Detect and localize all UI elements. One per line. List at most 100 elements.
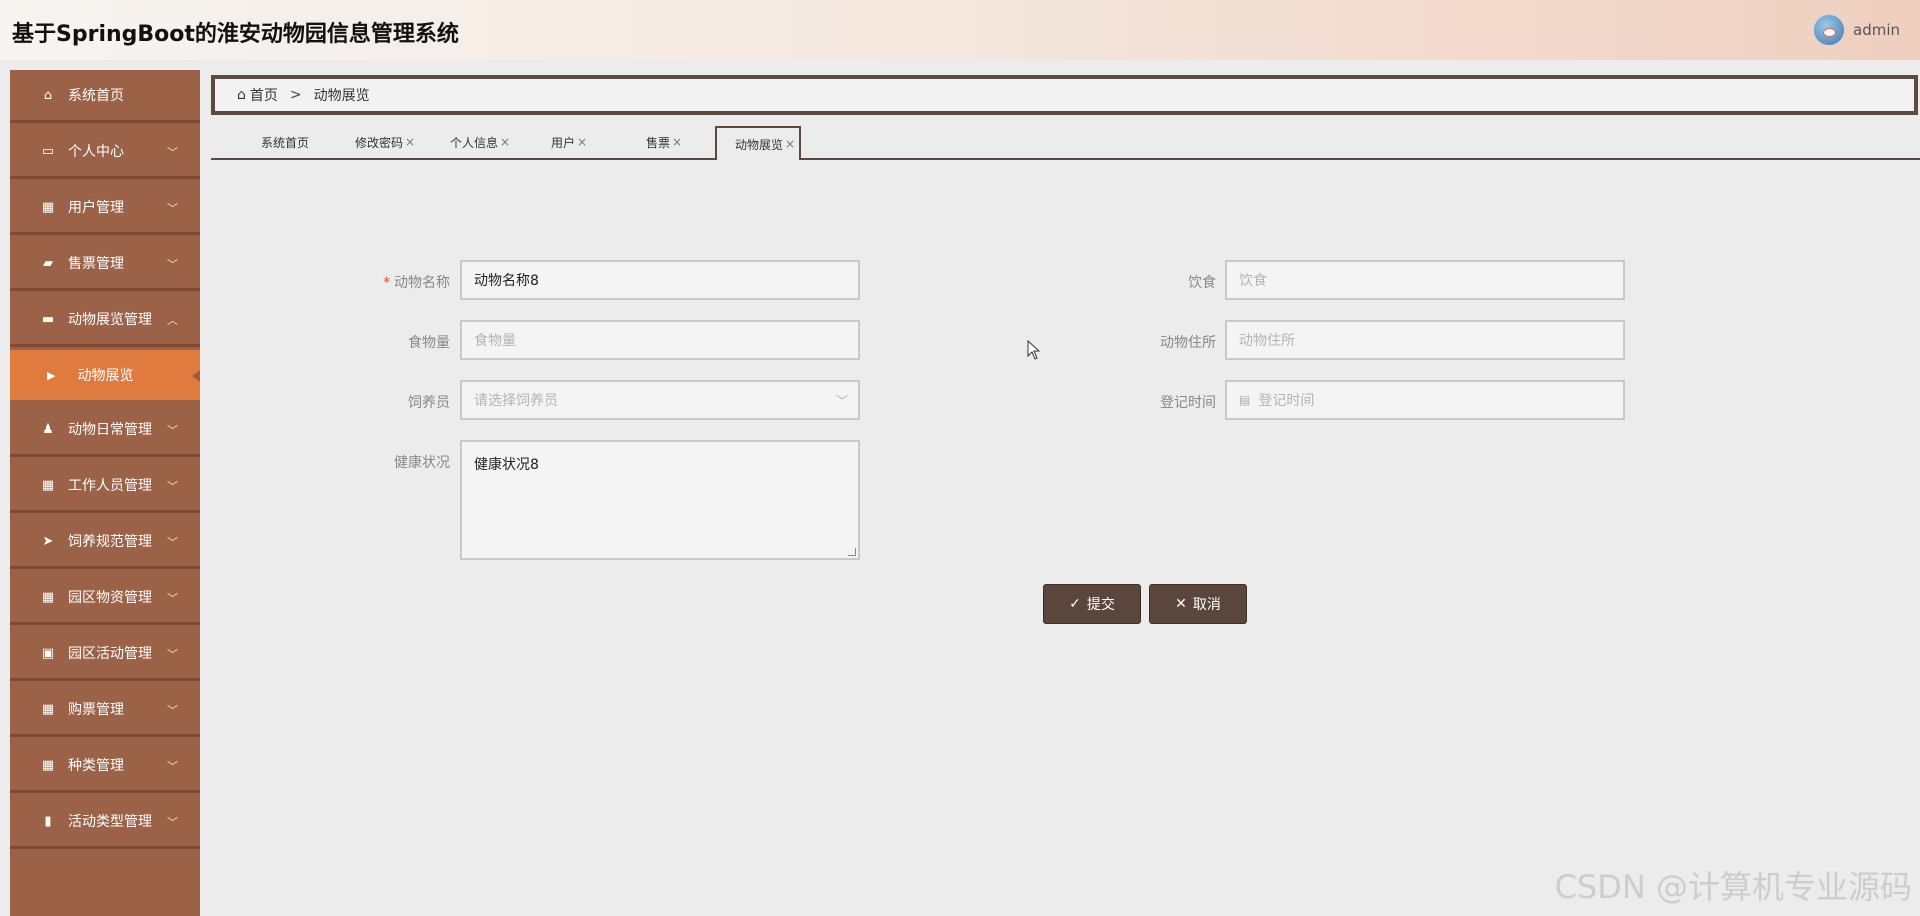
sidebar-item-supplies[interactable]: ▦ 园区物资管理 ﹀ bbox=[10, 572, 200, 625]
breadcrumb: ⌂ 首页 > 动物展览 bbox=[211, 75, 1918, 115]
grid-icon: ▦ bbox=[41, 701, 55, 717]
close-icon[interactable]: × bbox=[672, 135, 682, 149]
chevron-up-icon: ︿ bbox=[167, 314, 178, 327]
keeper-label: 饲养员 bbox=[408, 395, 450, 411]
register-time-picker[interactable]: ▤ 登记时间 bbox=[1225, 380, 1625, 420]
diet-label: 饮食 bbox=[1188, 275, 1216, 291]
check-icon: ✓ bbox=[1069, 596, 1081, 612]
chevron-down-icon: ﹀ bbox=[167, 760, 178, 773]
sidebar-item-label: 活动类型管理 bbox=[68, 814, 152, 830]
sidebar-item-label: 购票管理 bbox=[68, 702, 124, 718]
grid-icon: ▦ bbox=[41, 477, 55, 493]
sidebar-item-activities[interactable]: ▣ 园区活动管理 ﹀ bbox=[10, 628, 200, 681]
diet-input[interactable]: 饮食 bbox=[1225, 260, 1625, 300]
tab-label: 动物展览 bbox=[735, 137, 784, 152]
sidebar-item-activity-types[interactable]: ▮ 活动类型管理 ﹀ bbox=[10, 796, 200, 849]
chevron-down-icon: ﹀ bbox=[167, 648, 178, 661]
sidebar-item-label: 售票管理 bbox=[68, 256, 124, 272]
tab-label: 个人信息 bbox=[450, 135, 499, 150]
app-header: 基于SpringBoot的淮安动物园信息管理系统 admin bbox=[0, 0, 1920, 60]
watermark: CSDN @计算机专业源码 bbox=[1554, 868, 1912, 906]
card-icon: ▭ bbox=[41, 143, 55, 159]
chevron-down-icon: ﹀ bbox=[835, 394, 848, 408]
clipboard-icon: ▣ bbox=[41, 645, 55, 661]
sidebar-item-feeding-rules[interactable]: ➤ 饲养规范管理 ﹀ bbox=[10, 516, 200, 569]
chevron-down-icon: ﹀ bbox=[167, 704, 178, 717]
grid-icon: ▦ bbox=[41, 757, 55, 773]
food-amount-input[interactable]: 食物量 bbox=[460, 320, 860, 360]
username[interactable]: admin bbox=[1853, 21, 1900, 39]
sidebar-item-label: 园区活动管理 bbox=[68, 646, 152, 662]
sidebar-item-personal-center[interactable]: ▭ 个人中心 ﹀ bbox=[10, 126, 200, 179]
animal-name-input[interactable]: 动物名称8 bbox=[460, 260, 860, 300]
tab-personal-info[interactable]: 个人信息 × bbox=[450, 126, 510, 158]
sidebar-item-label: 工作人员管理 bbox=[68, 478, 152, 494]
animal-name-label: * 动物名称 bbox=[383, 275, 450, 291]
sidebar-item-species[interactable]: ▦ 种类管理 ﹀ bbox=[10, 740, 200, 793]
chevron-down-icon: ﹀ bbox=[167, 816, 178, 829]
home-icon[interactable]: ⌂ bbox=[237, 87, 246, 103]
submit-button[interactable]: ✓ 提交 bbox=[1043, 584, 1141, 624]
sidebar-item-home[interactable]: ⌂ 系统首页 bbox=[10, 70, 200, 123]
mouse-cursor-icon bbox=[1027, 340, 1041, 360]
keeper-placeholder: 请选择饲养员 bbox=[474, 393, 558, 409]
habitat-input[interactable]: 动物住所 bbox=[1225, 320, 1625, 360]
sidebar: ⌂ 系统首页 ▭ 个人中心 ﹀ ▦ 用户管理 ﹀ ▰ 售票管理 ﹀ ▬ 动物展览… bbox=[10, 70, 200, 916]
required-mark: * bbox=[383, 275, 390, 291]
cancel-button[interactable]: ✕ 取消 bbox=[1149, 584, 1247, 624]
ticket-icon: ▰ bbox=[43, 255, 53, 271]
resize-handle[interactable] bbox=[848, 548, 856, 556]
sidebar-item-purchase[interactable]: ▦ 购票管理 ﹀ bbox=[10, 684, 200, 737]
sidebar-item-label: 个人中心 bbox=[68, 144, 124, 160]
caret-right-icon: ▶ bbox=[47, 368, 56, 382]
chevron-down-icon: ﹀ bbox=[167, 592, 178, 605]
tab-tickets[interactable]: 售票 × bbox=[646, 126, 682, 158]
chevron-down-icon: ﹀ bbox=[167, 258, 178, 271]
keeper-select[interactable]: 请选择饲养员 ﹀ bbox=[460, 380, 860, 420]
sidebar-item-label: 系统首页 bbox=[68, 88, 124, 104]
food-amount-label: 食物量 bbox=[408, 335, 450, 351]
sidebar-item-label: 用户管理 bbox=[68, 200, 124, 216]
sidebar-item-label: 动物日常管理 bbox=[68, 422, 152, 438]
breadcrumb-separator: > bbox=[289, 87, 302, 103]
sidebar-subitem-label: 动物展览 bbox=[77, 368, 134, 384]
sidebar-item-label: 种类管理 bbox=[68, 758, 124, 774]
sidebar-item-animal-daily[interactable]: ♟ 动物日常管理 ﹀ bbox=[10, 404, 200, 457]
sidebar-item-staff[interactable]: ▦ 工作人员管理 ﹀ bbox=[10, 460, 200, 513]
close-icon: ✕ bbox=[1175, 596, 1187, 612]
tab-animal-exhibition[interactable]: 动物展览 × bbox=[715, 126, 802, 160]
chevron-down-icon: ﹀ bbox=[167, 202, 178, 215]
send-icon: ➤ bbox=[42, 533, 54, 549]
breadcrumb-home[interactable]: 首页 bbox=[250, 85, 278, 105]
habitat-label: 动物住所 bbox=[1160, 335, 1216, 351]
close-icon[interactable]: × bbox=[500, 135, 510, 149]
avatar[interactable] bbox=[1813, 14, 1845, 46]
sidebar-item-tickets[interactable]: ▰ 售票管理 ﹀ bbox=[10, 238, 200, 291]
person-icon: ♟ bbox=[42, 421, 54, 437]
tab-label: 系统首页 bbox=[261, 135, 310, 150]
user-menu[interactable]: admin bbox=[1813, 14, 1900, 46]
chevron-down-icon: ﹀ bbox=[167, 536, 178, 549]
active-indicator bbox=[192, 370, 200, 382]
tab-label: 售票 bbox=[646, 135, 671, 150]
tab-label: 修改密码 bbox=[355, 135, 404, 150]
close-icon[interactable]: × bbox=[405, 135, 415, 149]
tab-users[interactable]: 用户 × bbox=[551, 126, 587, 158]
close-icon[interactable]: × bbox=[785, 137, 795, 151]
bar-chart-icon: ▮ bbox=[44, 813, 52, 829]
sidebar-item-animal-exhibition[interactable]: ▬ 动物展览管理 ︿ bbox=[10, 294, 200, 347]
health-textarea[interactable]: 健康状况8 bbox=[460, 440, 860, 560]
register-time-placeholder: 登记时间 bbox=[1258, 393, 1315, 409]
tab-home[interactable]: 系统首页 bbox=[261, 126, 309, 158]
sidebar-item-label: 园区物资管理 bbox=[68, 590, 152, 606]
health-label: 健康状况 bbox=[394, 455, 450, 471]
grid-icon: ▦ bbox=[41, 589, 55, 605]
sidebar-subitem-animal-exhibition[interactable]: ▶ 动物展览 bbox=[10, 350, 200, 400]
home-icon: ⌂ bbox=[43, 87, 53, 103]
chevron-down-icon: ﹀ bbox=[167, 424, 178, 437]
close-icon[interactable]: × bbox=[577, 135, 587, 149]
sidebar-item-label: 动物展览管理 bbox=[68, 312, 152, 328]
sidebar-item-users[interactable]: ▦ 用户管理 ﹀ bbox=[10, 182, 200, 235]
chevron-down-icon: ﹀ bbox=[167, 146, 178, 159]
tab-change-password[interactable]: 修改密码 × bbox=[355, 126, 415, 158]
